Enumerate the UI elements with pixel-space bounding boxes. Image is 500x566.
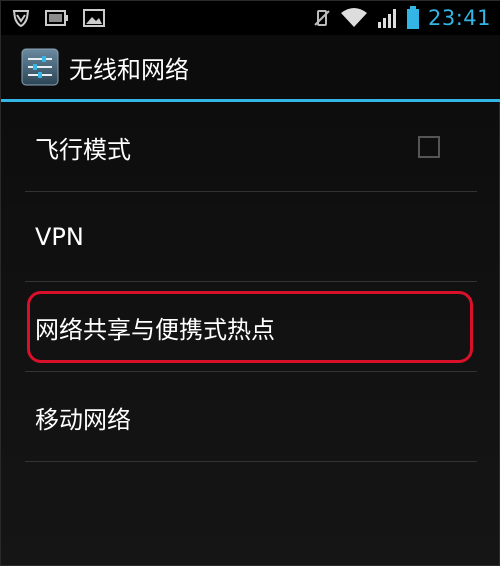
page-title: 无线和网络 <box>69 55 189 84</box>
settings-list: 飞行模式 VPN 网络共享与便携式热点 移动网络 <box>1 102 500 462</box>
airplane-mode-item[interactable]: 飞行模式 <box>1 102 500 192</box>
battery-icon <box>406 6 420 30</box>
image-icon <box>83 9 105 27</box>
tethering-hotspot-label: 网络共享与便携式热点 <box>35 315 275 344</box>
airplane-mode-label: 飞行模式 <box>35 135 131 164</box>
status-right-icons: 23:41 <box>312 6 500 30</box>
vpn-item[interactable]: VPN <box>1 192 500 282</box>
mobile-network-label: 移动网络 <box>35 405 131 434</box>
status-bar: 23:41 <box>1 1 500 35</box>
vpn-label: VPN <box>35 223 84 251</box>
action-bar: 无线和网络 <box>1 35 500 99</box>
shield-icon <box>11 8 31 28</box>
battery-charging-icon <box>45 9 69 27</box>
settings-sliders-icon[interactable] <box>21 48 59 86</box>
status-left-icons <box>1 8 105 28</box>
airplane-mode-checkbox[interactable] <box>418 136 440 158</box>
vibrate-silent-icon <box>312 8 332 28</box>
mobile-network-item[interactable]: 移动网络 <box>1 372 500 462</box>
screen: 23:41 无线和网络 飞行模式 VPN 网络共享与便携式热点 移动网络 <box>0 0 500 566</box>
divider <box>25 461 477 462</box>
status-clock: 23:41 <box>427 6 491 30</box>
tethering-hotspot-item[interactable]: 网络共享与便携式热点 <box>1 282 500 372</box>
signal-icon <box>376 7 398 29</box>
wifi-icon <box>340 7 368 29</box>
